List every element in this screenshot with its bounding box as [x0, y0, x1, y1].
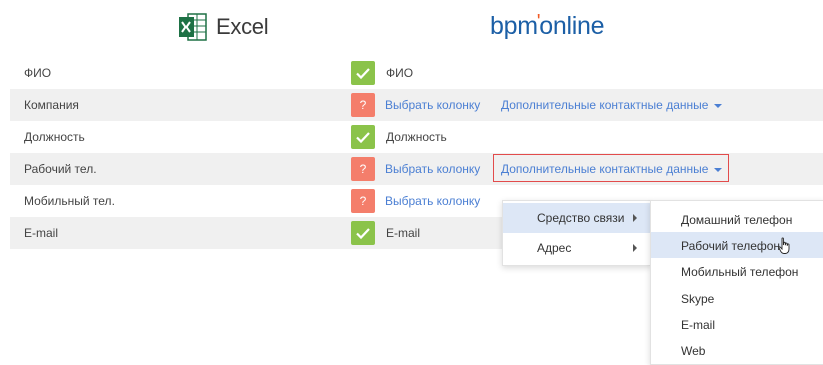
- source-column-label: Рабочий тел.: [24, 162, 97, 176]
- mapping-row: Компания ? Выбрать колонку Дополнительны…: [10, 89, 823, 121]
- submenu-item-label: Skype: [681, 292, 715, 306]
- submenu-item-home-phone[interactable]: Домашний телефон: [651, 206, 823, 232]
- communication-option-submenu: Домашний телефон Рабочий телефон Мобильн…: [650, 200, 823, 365]
- source-column-label: E-mail: [24, 226, 59, 240]
- menu-item-communication-option[interactable]: Средство связи: [503, 203, 650, 233]
- menu-item-label: Адрес: [537, 241, 572, 255]
- submenu-item-label: Мобильный телефон: [681, 265, 799, 279]
- excel-logo-icon: [178, 12, 208, 42]
- chevron-right-icon: [633, 244, 637, 252]
- menu-item-label: Средство связи: [537, 211, 625, 225]
- mapped-check-icon: [351, 61, 375, 85]
- dropdown-label: Дополнительные контактные данные: [501, 98, 709, 112]
- source-column-label: Должность: [24, 130, 85, 144]
- unmapped-question-icon: ?: [351, 189, 375, 213]
- submenu-item-work-phone[interactable]: Рабочий телефон: [651, 232, 823, 258]
- target-column-label: E-mail: [386, 226, 421, 240]
- select-column-link[interactable]: Выбрать колонку: [385, 98, 480, 112]
- submenu-item-email[interactable]: E-mail: [651, 311, 823, 337]
- additional-contact-data-dropdown[interactable]: Дополнительные контактные данные: [501, 98, 723, 112]
- target-column-label: Должность: [386, 130, 447, 144]
- source-column-label: Мобильный тел.: [24, 194, 115, 208]
- target-column-label: ФИО: [386, 66, 414, 80]
- submenu-item-label: Рабочий телефон: [681, 239, 781, 253]
- submenu-item-label: Web: [681, 344, 706, 358]
- unmapped-question-icon: ?: [351, 93, 375, 117]
- bpmonline-logo: bpm'online: [490, 11, 605, 41]
- mapping-row: Должность Должность: [10, 121, 823, 153]
- unmapped-question-icon: ?: [351, 157, 375, 181]
- mapping-row: Рабочий тел. ? Выбрать колонку Дополните…: [10, 153, 823, 185]
- source-column-label: ФИО: [24, 66, 52, 80]
- menu-item-address[interactable]: Адрес: [503, 233, 650, 263]
- submenu-item-web[interactable]: Web: [651, 337, 823, 363]
- mapped-check-icon: [351, 221, 375, 245]
- dropdown-label: Дополнительные контактные данные: [501, 162, 709, 176]
- submenu-item-label: Домашний телефон: [681, 213, 793, 227]
- contact-data-menu: Средство связи Адрес: [502, 200, 651, 266]
- select-column-link[interactable]: Выбрать колонку: [385, 162, 480, 176]
- mapped-check-icon: [351, 125, 375, 149]
- mapping-row: ФИО ФИО: [10, 57, 823, 89]
- excel-label: Excel: [216, 14, 269, 39]
- bpm-logo-part: bpm: [490, 12, 538, 40]
- submenu-item-label: E-mail: [681, 318, 716, 332]
- logo-tick-icon: ': [536, 11, 541, 33]
- hand-cursor-icon: [778, 237, 792, 258]
- caret-down-icon: [714, 167, 723, 172]
- online-logo-part: online: [539, 12, 605, 40]
- additional-contact-data-dropdown[interactable]: Дополнительные контактные данные: [501, 162, 723, 176]
- submenu-item-mobile-phone[interactable]: Мобильный телефон: [651, 258, 823, 284]
- submenu-item-skype[interactable]: Skype: [651, 285, 823, 311]
- select-column-link[interactable]: Выбрать колонку: [385, 194, 480, 208]
- excel-header: Excel: [178, 10, 269, 44]
- source-column-label: Компания: [24, 98, 79, 112]
- chevron-right-icon: [633, 214, 637, 222]
- caret-down-icon: [714, 103, 723, 108]
